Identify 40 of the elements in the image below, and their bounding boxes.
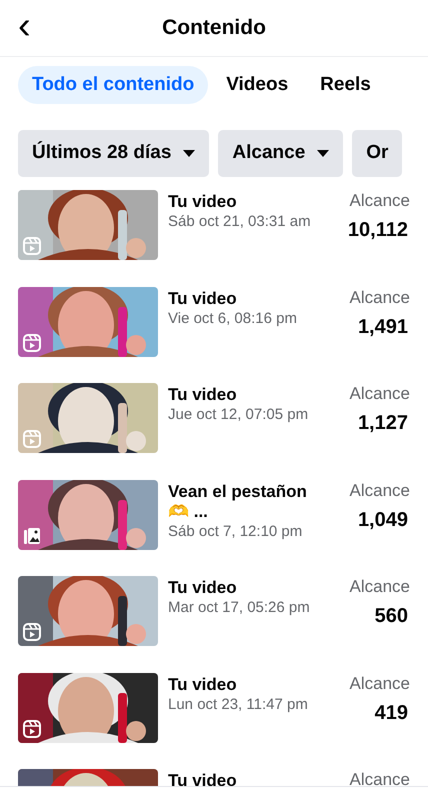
post-title[interactable]: Tu video — [168, 578, 330, 598]
tab[interactable]: Todo el contenido — [18, 66, 208, 104]
post-title[interactable]: Tu video — [168, 771, 330, 786]
post-date: Lun oct 23, 11:47 pm — [168, 694, 309, 714]
filter-button[interactable]: Últimos 28 días — [18, 130, 210, 177]
post-date: Jue oct 12, 07:05 pm — [168, 405, 310, 425]
post-date: Sáb oct 21, 03:31 am — [168, 212, 312, 232]
post-date: Vie oct 6, 08:16 pm — [168, 308, 298, 328]
post-title[interactable]: Tu video — [168, 288, 330, 308]
metric-value: 560 — [374, 604, 409, 629]
post-title[interactable]: Tu video — [168, 385, 330, 405]
metric-value: 1,049 — [356, 508, 409, 532]
tab[interactable]: Reels — [306, 66, 385, 104]
metric-value: 419 — [374, 700, 409, 726]
filter-button[interactable]: Or — [352, 130, 402, 177]
metric-label: Alcance — [340, 770, 410, 786]
tab[interactable]: Videos — [212, 66, 302, 104]
back-button[interactable]: ‹ — [12, 8, 37, 44]
reel-icon — [23, 237, 41, 255]
reel-icon — [23, 430, 41, 448]
metric-value: 1,491 — [356, 314, 409, 340]
photo-album-icon — [23, 526, 41, 544]
page-title: Contenido — [162, 15, 266, 42]
metric-label: Alcance — [348, 674, 410, 694]
metric-label: Alcance — [348, 577, 410, 597]
metric-value: 10,112 — [346, 218, 409, 243]
post-title[interactable]: Vean el pestañon 🫶 ... — [168, 482, 330, 522]
post-date: Sáb oct 7, 12:10 pm — [168, 522, 304, 542]
reel-icon — [23, 623, 41, 641]
metric-label: Alcance — [348, 191, 410, 211]
metric-label: Alcance — [348, 288, 410, 308]
reel-icon — [23, 334, 41, 352]
metric-label: Alcance — [348, 480, 410, 500]
post-title[interactable]: Tu video — [168, 192, 330, 212]
post-title[interactable]: Tu video — [168, 674, 330, 694]
filter-button[interactable]: Alcance — [218, 130, 344, 177]
metric-label: Alcance — [348, 384, 410, 404]
metric-value: 1,127 — [356, 411, 409, 436]
post-date: Mar oct 17, 05:26 pm — [168, 598, 311, 618]
reel-icon — [23, 720, 41, 738]
